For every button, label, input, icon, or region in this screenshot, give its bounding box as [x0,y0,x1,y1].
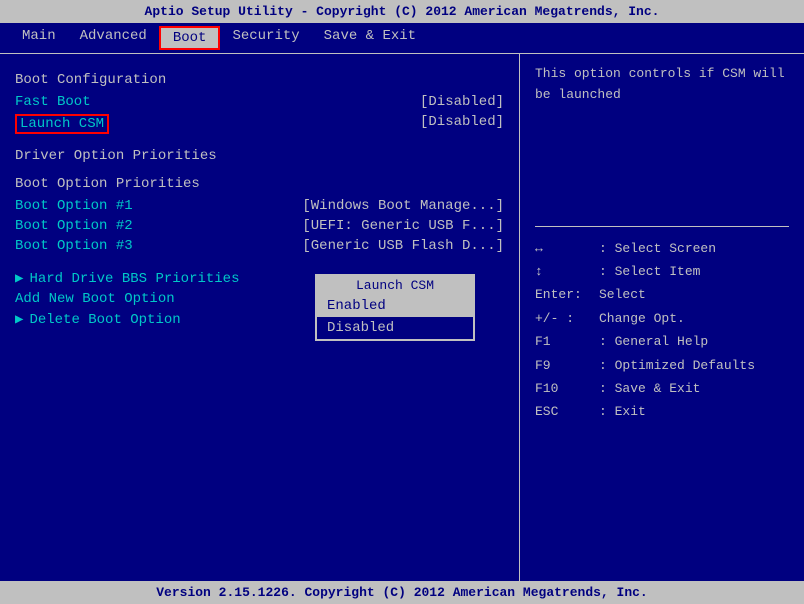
help-row-f9: F9 : Optimized Defaults [535,354,789,377]
desc-f9: : Optimized Defaults [599,354,755,377]
fast-boot-row: Fast Boot [Disabled] [15,92,504,112]
help-row-enter: Enter: Select [535,283,789,306]
fast-boot-label: Fast Boot [15,94,91,110]
key-f1: F1 [535,330,595,353]
key-esc: ESC [535,400,595,423]
desc-enter: Select [599,283,646,306]
boot-option-1[interactable]: Boot Option #1 [Windows Boot Manage...] [15,196,504,216]
boot-option-2-label: Boot Option #2 [15,218,133,234]
dropdown-title: Launch CSM [317,276,473,295]
dropdown-option-enabled[interactable]: Enabled [317,295,473,317]
version-text: Version 2.15.1226. Copyright (C) 2012 Am… [156,585,647,600]
help-section: ↔ : Select Screen ↕ : Select Item Enter:… [535,237,789,424]
boot-option-3[interactable]: Boot Option #3 [Generic USB Flash D...] [15,236,504,256]
menu-save-exit[interactable]: Save & Exit [312,26,428,50]
boot-option-2[interactable]: Boot Option #2 [UEFI: Generic USB F...] [15,216,504,236]
desc-f1: : General Help [599,330,708,353]
title-bar: Aptio Setup Utility - Copyright (C) 2012… [0,0,804,23]
hard-drive-label: Hard Drive BBS Priorities [29,271,239,287]
key-enter: Enter: [535,283,595,306]
key-f10: F10 [535,377,595,400]
delete-boot-label: Delete Boot Option [29,312,180,328]
launch-csm-row[interactable]: Launch CSM [Disabled] [15,112,504,136]
help-row-f1: F1 : General Help [535,330,789,353]
desc-change: Change Opt. [599,307,685,330]
desc-select-screen: : Select Screen [599,237,716,260]
desc-f10: : Save & Exit [599,377,700,400]
bios-screen: Aptio Setup Utility - Copyright (C) 2012… [0,0,804,604]
boot-priorities-section: Boot Option Priorities Boot Option #1 [W… [15,176,504,256]
help-row-item: ↕ : Select Item [535,260,789,283]
menu-bar: Main Advanced Boot Security Save & Exit [0,23,804,54]
key-select-item: ↕ [535,260,595,283]
help-divider [535,226,789,227]
bottom-bar: Version 2.15.1226. Copyright (C) 2012 Am… [0,581,804,604]
launch-csm-dropdown: Launch CSM Enabled Disabled [315,274,475,341]
launch-csm-value: [Disabled] [420,114,504,134]
driver-priorities-header: Driver Option Priorities [15,148,504,164]
boot-option-3-label: Boot Option #3 [15,238,133,254]
boot-option-1-label: Boot Option #1 [15,198,133,214]
key-change: +/- : [535,307,595,330]
menu-security[interactable]: Security [220,26,311,50]
help-row-esc: ESC : Exit [535,400,789,423]
title-text: Aptio Setup Utility - Copyright (C) 2012… [145,4,660,19]
help-row-change: +/- : Change Opt. [535,307,789,330]
boot-option-1-value: [Windows Boot Manage...] [302,198,504,214]
key-select-screen: ↔ [535,237,595,260]
dropdown-option-disabled[interactable]: Disabled [317,317,473,339]
boot-option-3-value: [Generic USB Flash D...] [302,238,504,254]
menu-main[interactable]: Main [10,26,68,50]
arrow-icon-2: ▶ [15,311,23,328]
key-f9: F9 [535,354,595,377]
help-row-screen: ↔ : Select Screen [535,237,789,260]
desc-esc: : Exit [599,400,646,423]
boot-option-2-value: [UEFI: Generic USB F...] [302,218,504,234]
menu-boot[interactable]: Boot [159,26,221,50]
fast-boot-value: [Disabled] [420,94,504,110]
boot-config-header: Boot Configuration [15,72,504,88]
menu-advanced[interactable]: Advanced [68,26,159,50]
left-panel: Boot Configuration Fast Boot [Disabled] … [0,54,520,581]
arrow-icon: ▶ [15,270,23,287]
content-area: Boot Configuration Fast Boot [Disabled] … [0,54,804,581]
help-text: This option controls if CSM will be laun… [535,64,789,106]
boot-priorities-header: Boot Option Priorities [15,176,504,192]
desc-select-item: : Select Item [599,260,700,283]
help-row-f10: F10 : Save & Exit [535,377,789,400]
launch-csm-label: Launch CSM [15,114,109,134]
right-panel: This option controls if CSM will be laun… [520,54,804,581]
